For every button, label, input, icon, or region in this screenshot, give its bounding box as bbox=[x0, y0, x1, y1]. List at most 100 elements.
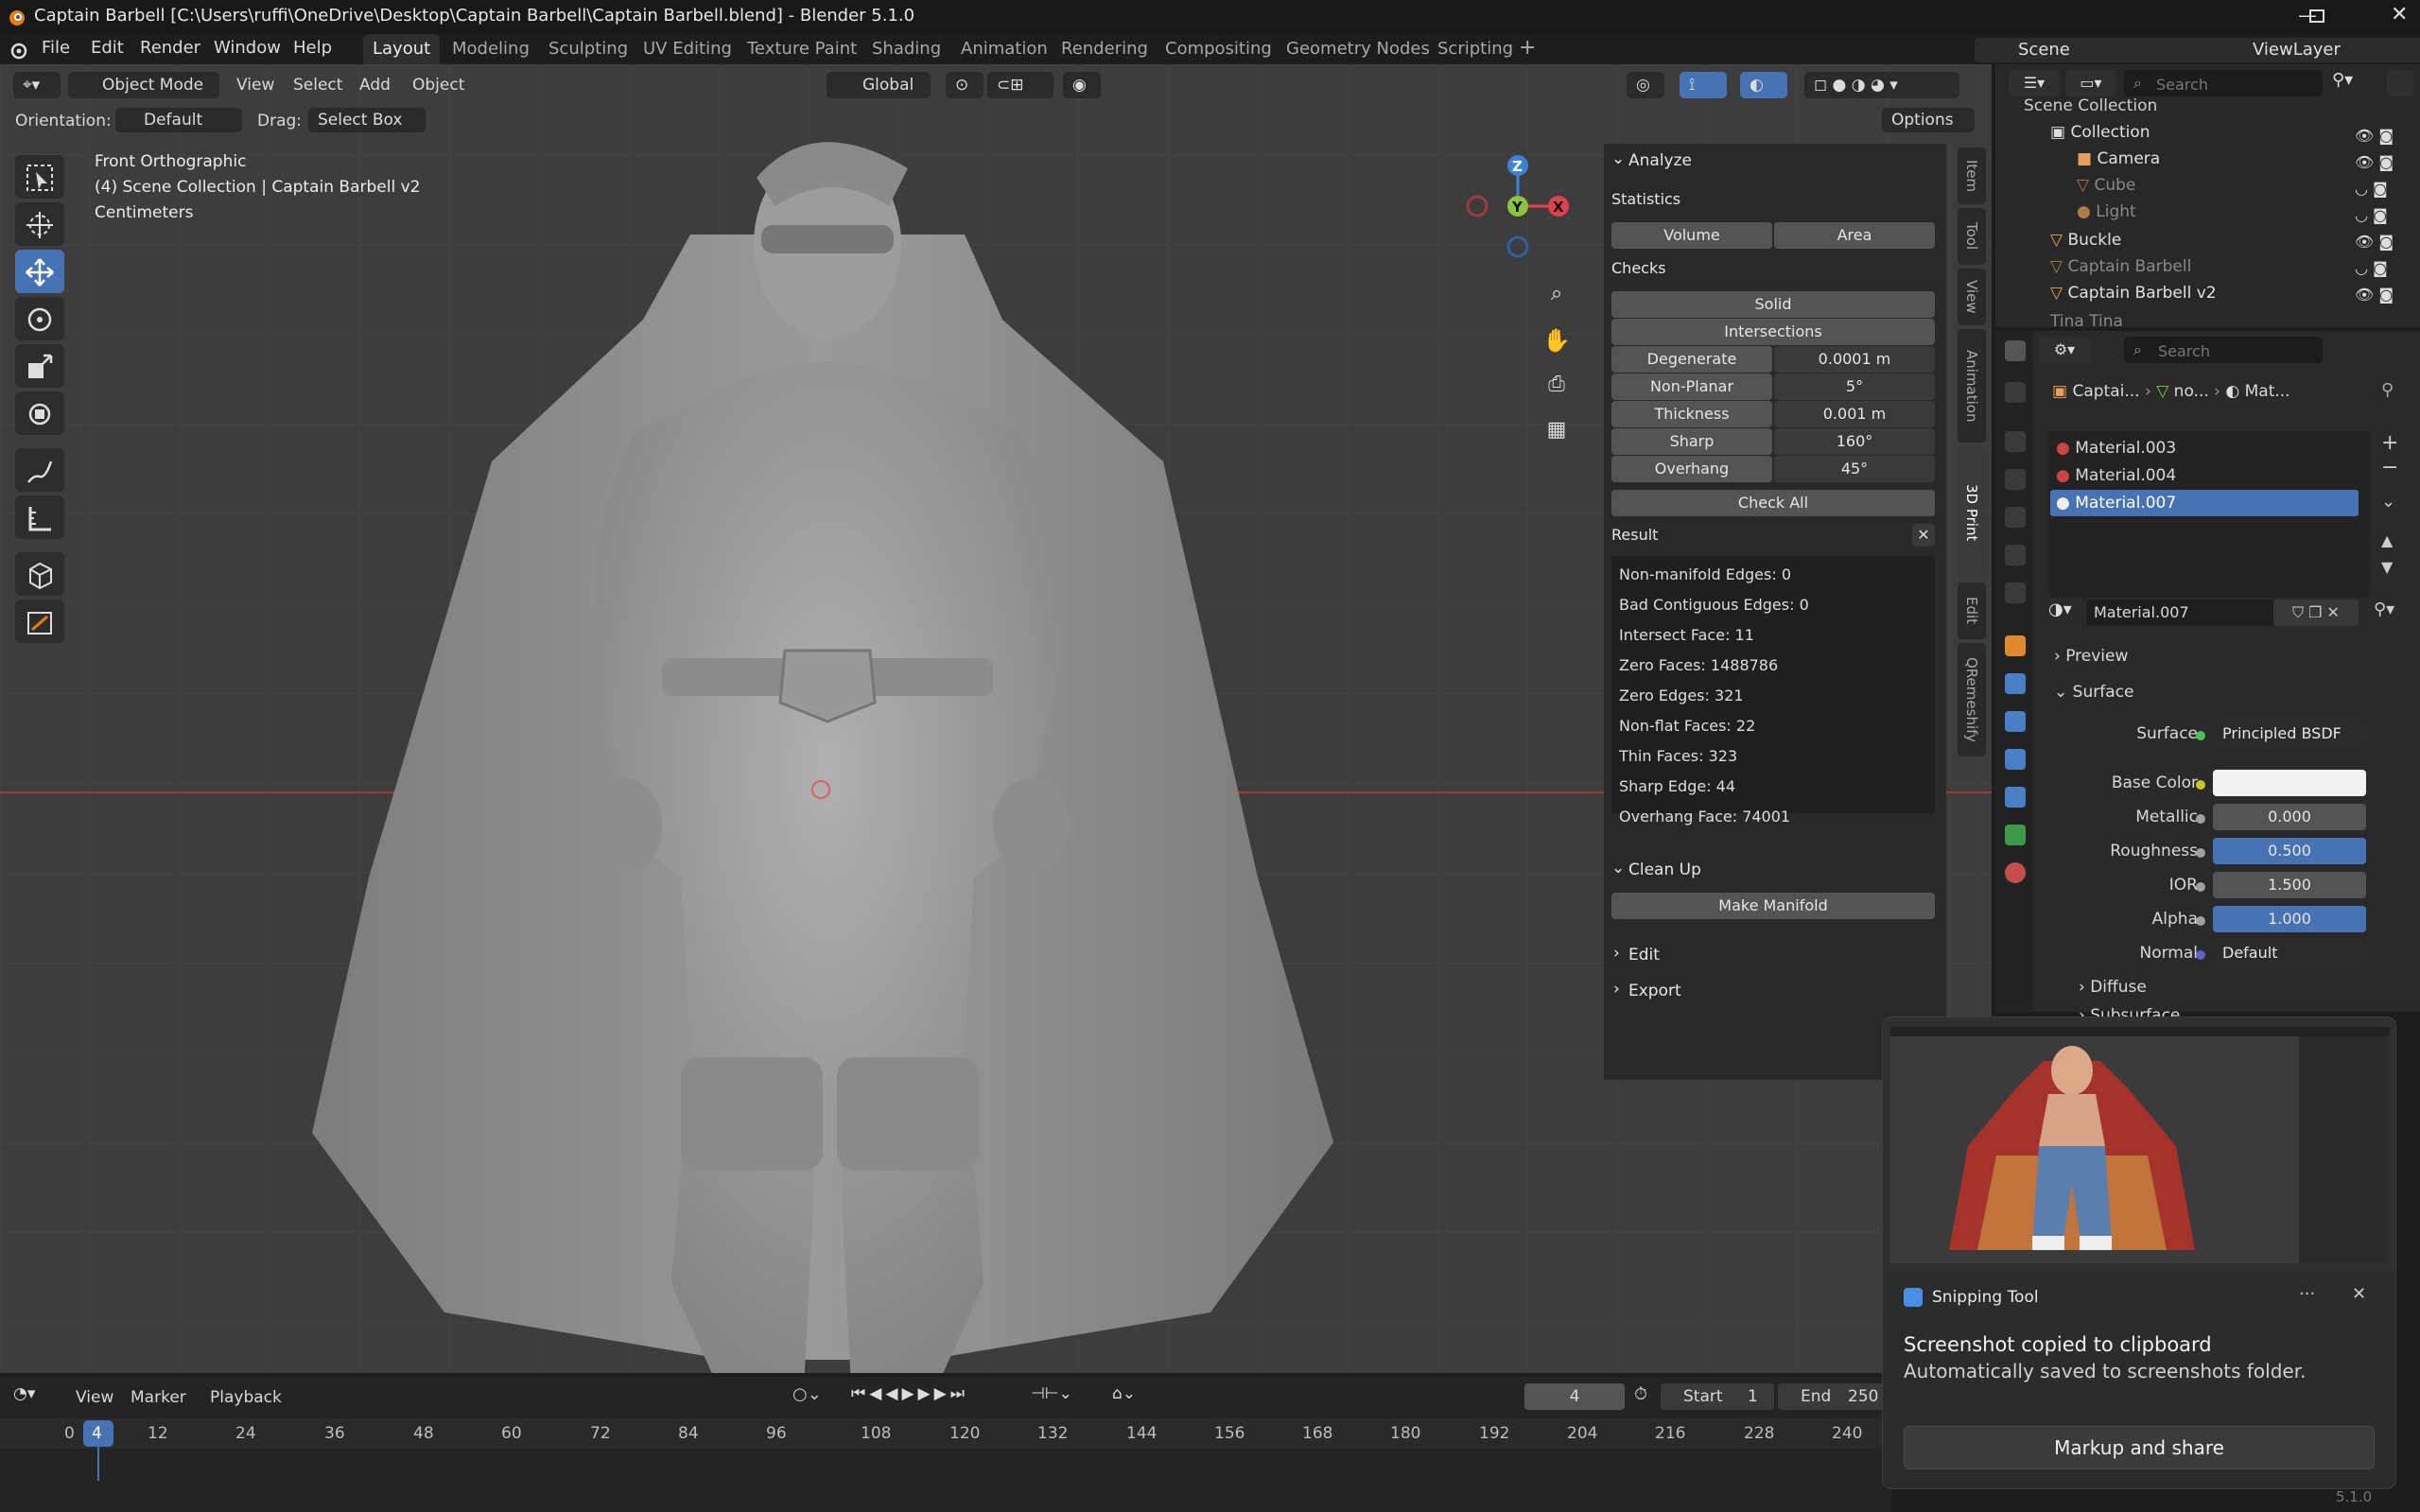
solid-button[interactable]: Solid bbox=[1611, 291, 1935, 318]
camera-view-icon[interactable]: ⎙ bbox=[1540, 373, 1574, 407]
mode-selector[interactable]: Object Mode bbox=[68, 72, 219, 98]
visibility-icon[interactable]: ◎ bbox=[1627, 72, 1664, 98]
roughness-field[interactable]: 0.500 bbox=[2213, 838, 2366, 864]
value-socket-icon[interactable] bbox=[2196, 916, 2205, 926]
move-up-icon[interactable]: ▲ bbox=[2381, 531, 2393, 549]
outliner-row-camera[interactable]: ■ Camera bbox=[1995, 149, 2411, 176]
tab-uv-editing[interactable]: UV Editing bbox=[634, 34, 741, 64]
pin-icon[interactable]: ⚲ bbox=[2381, 380, 2394, 400]
visibility-toggles[interactable]: 👁 ◙ 👁 ◙ ◡ ◙ ◡ ◙ 👁 ◙ ◡ ◙ 👁 ◙ bbox=[2355, 123, 2411, 312]
volume-button[interactable]: Volume bbox=[1611, 222, 1772, 249]
outliner-row-captain-barbell[interactable]: ▽ Captain Barbell bbox=[1995, 257, 2411, 284]
tab-shading[interactable]: Shading bbox=[862, 34, 950, 64]
overlay-toggle-icon[interactable]: ◐ bbox=[1740, 72, 1787, 98]
timeline-menu-view[interactable]: View bbox=[76, 1388, 113, 1407]
surface-panel[interactable]: ⌄ Surface bbox=[2054, 683, 2133, 702]
more-options-icon[interactable]: ··· bbox=[2299, 1284, 2315, 1304]
outliner-row-tina-tina[interactable]: Tina Tina bbox=[1995, 312, 2411, 327]
options-dropdown[interactable]: Options bbox=[1882, 108, 1975, 132]
scene-properties-icon[interactable] bbox=[2005, 545, 2026, 565]
move-down-icon[interactable]: ▼ bbox=[2381, 558, 2393, 576]
scale-tool[interactable] bbox=[15, 344, 64, 388]
properties-search-input[interactable] bbox=[2124, 337, 2323, 363]
vector-socket-icon[interactable] bbox=[2196, 950, 2205, 960]
chevron-down-icon[interactable]: ⌄ bbox=[1611, 149, 1625, 168]
breadcrumb-object[interactable]: Captai... bbox=[2072, 382, 2139, 401]
orientation-dropdown[interactable]: Default bbox=[115, 108, 242, 132]
shader-socket-icon[interactable] bbox=[2196, 731, 2205, 740]
normal-field[interactable]: Default bbox=[2213, 940, 2366, 966]
measure-tool[interactable] bbox=[15, 495, 64, 539]
captain-barbell-model[interactable] bbox=[284, 102, 1371, 1373]
overhang-field[interactable]: 45° bbox=[1774, 456, 1935, 482]
value-socket-icon[interactable] bbox=[2196, 814, 2205, 824]
outliner-editor-icon[interactable]: ☰▾ bbox=[2009, 70, 2060, 96]
render-properties-icon[interactable] bbox=[2005, 431, 2026, 452]
move-tool[interactable] bbox=[15, 250, 64, 293]
tab-rendering[interactable]: Rendering bbox=[1052, 34, 1158, 64]
menu-view[interactable]: View bbox=[236, 76, 274, 95]
intersections-button[interactable]: Intersections bbox=[1611, 319, 1935, 345]
base-color-swatch[interactable] bbox=[2213, 770, 2366, 796]
transform-orientation[interactable]: Global bbox=[827, 72, 931, 98]
tab-item[interactable]: Item bbox=[1958, 148, 1986, 204]
gizmo-toggle-icon[interactable]: ⟟ bbox=[1680, 72, 1727, 98]
node-link-icon[interactable]: ⚲▾ bbox=[2374, 600, 2394, 619]
stopwatch-icon[interactable]: ⏱ bbox=[1634, 1384, 1647, 1404]
material-properties-icon[interactable] bbox=[2005, 862, 2026, 883]
menu-render[interactable]: Render bbox=[140, 38, 200, 58]
tab-geometry-nodes[interactable]: Geometry Nodes bbox=[1277, 34, 1439, 64]
tab-view[interactable]: View bbox=[1958, 269, 1986, 325]
surface-shader-field[interactable]: Principled BSDF bbox=[2213, 721, 2366, 747]
value-socket-icon[interactable] bbox=[2196, 882, 2205, 892]
ior-field[interactable]: 1.500 bbox=[2213, 872, 2366, 898]
diffuse-panel[interactable]: › Diffuse bbox=[2079, 978, 2147, 997]
non-planar-field[interactable]: 5° bbox=[1774, 374, 1935, 400]
timeline-editor-icon[interactable]: ◔▾ bbox=[13, 1384, 55, 1411]
material-browse-icon[interactable]: ◑▾ bbox=[2048, 600, 2086, 626]
remove-slot-icon[interactable]: − bbox=[2381, 456, 2398, 479]
tab-animation[interactable]: Animation bbox=[951, 34, 1057, 64]
add-slot-icon[interactable]: + bbox=[2381, 431, 2398, 455]
tab-modeling[interactable]: Modeling bbox=[443, 34, 539, 64]
menu-help[interactable]: Help bbox=[293, 38, 332, 58]
material-slot[interactable]: ● Material.004 bbox=[2056, 466, 2176, 485]
material-actions-icons[interactable]: ⛉ ❐ ✕ bbox=[2273, 600, 2359, 626]
select-box-tool[interactable] bbox=[15, 155, 64, 199]
outliner-row-scene-collection[interactable]: Scene Collection bbox=[1995, 96, 2411, 123]
clear-result-icon[interactable]: ✕ bbox=[1912, 524, 1935, 547]
modifier-properties-icon[interactable] bbox=[2005, 673, 2026, 694]
tab-scripting[interactable]: Scripting bbox=[1428, 34, 1523, 64]
alpha-field[interactable]: 1.000 bbox=[2213, 906, 2366, 932]
slot-menu-icon[interactable]: ⌄ bbox=[2381, 492, 2395, 512]
cursor-tool[interactable] bbox=[15, 202, 64, 246]
menu-object[interactable]: Object bbox=[412, 76, 464, 95]
tab-animation-side[interactable]: Animation bbox=[1958, 329, 1986, 443]
outliner-search-input[interactable] bbox=[2124, 70, 2323, 96]
3d-viewport[interactable]: Front Orthographic (4) Scene Collection … bbox=[0, 64, 1992, 1373]
menu-window[interactable]: Window bbox=[214, 38, 281, 58]
outliner-row-collection[interactable]: ▣ Collection bbox=[1995, 123, 2411, 149]
chevron-right-icon[interactable]: › bbox=[1613, 980, 1620, 999]
annotate-tool[interactable] bbox=[15, 448, 64, 492]
maximize-icon[interactable] bbox=[2309, 9, 2324, 23]
pivot-icon[interactable]: ⊙ bbox=[946, 72, 984, 98]
thickness-field[interactable]: 0.001 m bbox=[1774, 401, 1935, 427]
proportional-edit-icon[interactable]: ◉ bbox=[1063, 72, 1101, 98]
drag-dropdown[interactable]: Select Box bbox=[308, 108, 426, 132]
new-collection-icon[interactable] bbox=[2387, 70, 2413, 96]
tab-qremeshify[interactable]: QRemeshify bbox=[1958, 643, 1986, 756]
data-properties-icon[interactable] bbox=[2005, 825, 2026, 845]
outliner-row-light[interactable]: ● Light bbox=[1995, 202, 2411, 229]
output-properties-icon[interactable] bbox=[2005, 469, 2026, 490]
tab-layout[interactable]: Layout bbox=[363, 34, 441, 64]
degenerate-button[interactable]: Degenerate bbox=[1611, 346, 1772, 373]
outliner-row-buckle[interactable]: ▽ Buckle bbox=[1995, 231, 2411, 257]
close-window-icon[interactable]: ✕ bbox=[2391, 3, 2408, 26]
tab-texture-paint[interactable]: Texture Paint bbox=[738, 34, 866, 64]
rotate-tool[interactable] bbox=[15, 297, 64, 340]
add-armature-tool[interactable] bbox=[15, 600, 64, 643]
add-workspace-icon[interactable]: + bbox=[1519, 36, 1536, 60]
snipping-tool-notification[interactable]: Snipping Tool ··· ✕ Screenshot copied to… bbox=[1882, 1017, 2396, 1489]
metallic-field[interactable]: 0.000 bbox=[2213, 804, 2366, 830]
